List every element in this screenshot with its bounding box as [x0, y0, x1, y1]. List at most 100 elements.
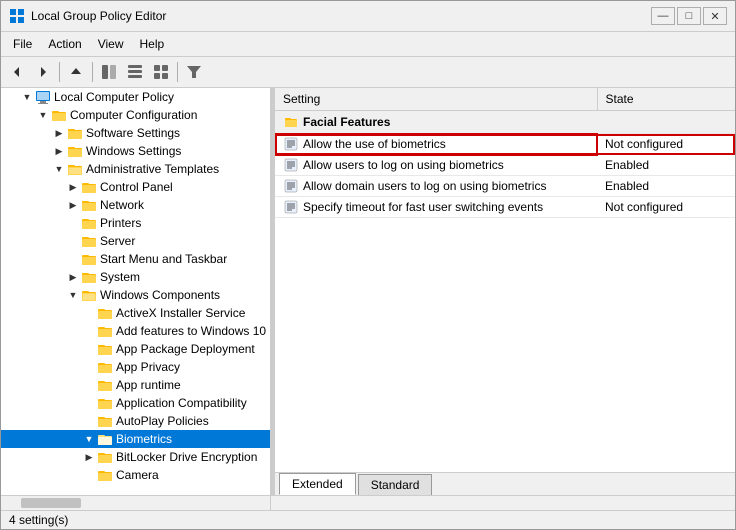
- expand-icon: ▶: [65, 179, 81, 195]
- tree-item-windows-components[interactable]: ▼ Windows Components: [1, 286, 270, 304]
- tree-item-start-menu[interactable]: ▶ Start Menu and Taskbar: [1, 250, 270, 268]
- main-window: Local Group Policy Editor — □ ✕ File Act…: [0, 0, 736, 530]
- menu-bar: File Action View Help: [1, 32, 735, 57]
- maximize-button[interactable]: □: [677, 7, 701, 25]
- close-button[interactable]: ✕: [703, 7, 727, 25]
- folder-icon: [97, 449, 113, 465]
- tree-item-administrative-templates[interactable]: ▼ Administrative Templates: [1, 160, 270, 178]
- folder-icon: [81, 251, 97, 267]
- tree-item-application-compatibility[interactable]: ▶ Application Compatibility: [1, 394, 270, 412]
- tree-item-server[interactable]: ▶ Server: [1, 232, 270, 250]
- tree-label-software-settings: Software Settings: [86, 126, 180, 140]
- folder-icon: [97, 323, 113, 339]
- filter-icon: [186, 64, 202, 80]
- tree-item-computer-configuration[interactable]: ▼ Computer Configuration: [1, 106, 270, 124]
- tree-item-bitlocker[interactable]: ▶ BitLocker Drive Encryption: [1, 448, 270, 466]
- tree-label-local-computer-policy: Local Computer Policy: [54, 90, 174, 104]
- tree-item-network[interactable]: ▶ Network: [1, 196, 270, 214]
- minimize-button[interactable]: —: [651, 7, 675, 25]
- hscroll-thumb: [21, 498, 81, 508]
- tree-label-app-package: App Package Deployment: [116, 342, 255, 356]
- toolbar: [1, 57, 735, 88]
- tab-standard[interactable]: Standard: [358, 474, 433, 495]
- view1-icon: [127, 64, 143, 80]
- view2-button[interactable]: [149, 60, 173, 84]
- tree-item-system[interactable]: ▶ System: [1, 268, 270, 286]
- hscroll-row: [1, 495, 735, 510]
- policy-icon: [283, 199, 299, 215]
- forward-button[interactable]: [31, 60, 55, 84]
- menu-view[interactable]: View: [90, 34, 132, 54]
- expand-icon: ▶: [65, 269, 81, 285]
- main-content: ▼ Local Computer Policy ▼: [1, 88, 735, 495]
- menu-help[interactable]: Help: [132, 34, 173, 54]
- toolbar-sep2: [92, 62, 93, 82]
- back-icon: [10, 65, 24, 79]
- show-hide-button[interactable]: [97, 60, 121, 84]
- table-container[interactable]: Setting State: [275, 88, 735, 472]
- table-row-specify-timeout[interactable]: Specify timeout for fast user switching …: [275, 197, 735, 218]
- tree-item-activex[interactable]: ▶ ActiveX Installer Service: [1, 304, 270, 322]
- tree-panel[interactable]: ▼ Local Computer Policy ▼: [1, 88, 271, 495]
- up-icon: [69, 65, 83, 79]
- tree-hscroll[interactable]: [1, 496, 271, 510]
- folder-small-icon: [283, 114, 299, 130]
- tree-item-app-runtime[interactable]: ▶ App runtime: [1, 376, 270, 394]
- folder-icon: [97, 413, 113, 429]
- folder-icon: [97, 377, 113, 393]
- window-title: Local Group Policy Editor: [31, 9, 166, 23]
- title-bar: Local Group Policy Editor — □ ✕: [1, 1, 735, 32]
- status-bar: 4 setting(s): [1, 510, 735, 529]
- column-setting: Setting: [275, 88, 597, 111]
- tree-item-app-privacy[interactable]: ▶ App Privacy: [1, 358, 270, 376]
- tree-label-windows-components: Windows Components: [100, 288, 220, 302]
- tree-label-add-features: Add features to Windows 10: [116, 324, 266, 338]
- setting-cell[interactable]: Allow the use of biometrics: [275, 134, 597, 155]
- tree-item-camera[interactable]: ▶ Camera: [1, 466, 270, 484]
- settings-table: Setting State: [275, 88, 735, 218]
- up-button[interactable]: [64, 60, 88, 84]
- state-cell: Not configured: [597, 197, 735, 218]
- view1-button[interactable]: [123, 60, 147, 84]
- folder-open-icon: [97, 431, 113, 447]
- tree-label-app-privacy: App Privacy: [116, 360, 180, 374]
- expand-icon: ▶: [51, 143, 67, 159]
- tree-item-autoplay[interactable]: ▶ AutoPlay Policies: [1, 412, 270, 430]
- title-controls: — □ ✕: [651, 7, 727, 25]
- tree-item-printers[interactable]: ▶ Printers: [1, 214, 270, 232]
- folder-icon: [97, 305, 113, 321]
- filter-button[interactable]: [182, 60, 206, 84]
- expand-icon: ▼: [35, 107, 51, 123]
- toolbar-sep1: [59, 62, 60, 82]
- state-cell: Not configured: [597, 134, 735, 155]
- tree-item-app-package[interactable]: ▶ App Package Deployment: [1, 340, 270, 358]
- table-header-row: Setting State: [275, 88, 735, 111]
- table-row-allow-logon-biometrics[interactable]: Allow users to log on using biometrics E…: [275, 155, 735, 176]
- menu-action[interactable]: Action: [40, 34, 89, 54]
- tree-item-control-panel[interactable]: ▶ Control Panel: [1, 178, 270, 196]
- tab-extended[interactable]: Extended: [279, 473, 356, 495]
- setting-cell[interactable]: Allow users to log on using biometrics: [275, 155, 597, 176]
- tree-item-software-settings[interactable]: ▶ Software Settings: [1, 124, 270, 142]
- app-icon: [9, 8, 25, 24]
- expand-icon: ▶: [51, 125, 67, 141]
- policy-icon: [283, 178, 299, 194]
- tree-item-biometrics[interactable]: ▼ Biometrics: [1, 430, 270, 448]
- state-cell: Enabled: [597, 176, 735, 197]
- table-row-allow-domain-biometrics[interactable]: Allow domain users to log on using biome…: [275, 176, 735, 197]
- column-state: State: [597, 88, 735, 111]
- setting-cell[interactable]: Allow domain users to log on using biome…: [275, 176, 597, 197]
- tree-item-windows-settings[interactable]: ▶ Windows Settings: [1, 142, 270, 160]
- back-button[interactable]: [5, 60, 29, 84]
- folder-icon: [81, 269, 97, 285]
- folder-open-icon: [67, 161, 83, 177]
- expand-icon: ▼: [81, 431, 97, 447]
- tree-item-add-features[interactable]: ▶ Add features to Windows 10: [1, 322, 270, 340]
- setting-label: Allow users to log on using biometrics: [303, 158, 504, 172]
- tree-label-network: Network: [100, 198, 144, 212]
- tree-label-windows-settings: Windows Settings: [86, 144, 181, 158]
- setting-cell[interactable]: Specify timeout for fast user switching …: [275, 197, 597, 218]
- table-row-allow-use-biometrics[interactable]: Allow the use of biometrics Not configur…: [275, 134, 735, 155]
- menu-file[interactable]: File: [5, 34, 40, 54]
- tree-item-local-computer-policy[interactable]: ▼ Local Computer Policy: [1, 88, 270, 106]
